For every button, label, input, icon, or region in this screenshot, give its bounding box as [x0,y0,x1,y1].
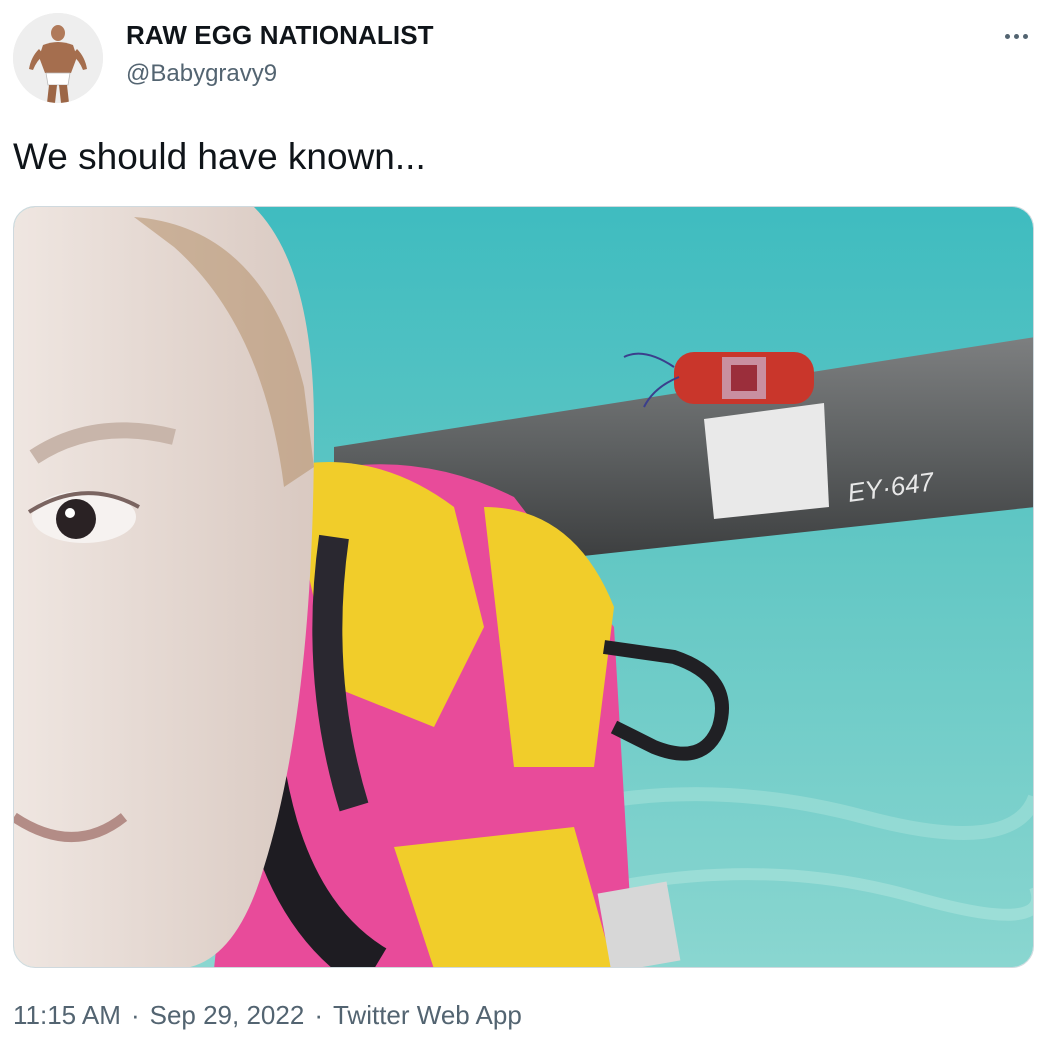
author-handle[interactable]: @Babygravy9 [126,60,277,88]
tweet-date-link[interactable]: Sep 29, 2022 [150,1000,305,1030]
tweet-text: We should have known... [13,136,426,177]
bodybuilder-avatar-icon [13,13,103,103]
media-photo: EY·647 [14,207,1033,967]
tweet-meta: 11:15 AM · Sep 29, 2022 · Twitter Web App [13,1000,522,1031]
dot [1013,33,1019,39]
author-avatar[interactable] [13,13,103,103]
meta-separator: · [314,1000,323,1030]
author-display-name[interactable]: RAW EGG NATIONALIST [126,20,434,51]
tweet-source-link[interactable]: Twitter Web App [333,1000,522,1030]
more-options-icon[interactable] [996,18,1036,54]
tweet-card: RAW EGG NATIONALIST @Babygravy9 We shoul… [0,0,1050,1041]
tweet-media-image[interactable]: EY·647 [13,206,1034,968]
dot [1004,33,1010,39]
tweet-time-link[interactable]: 11:15 AM [13,1000,121,1030]
meta-separator: · [130,1000,140,1030]
dot [1022,33,1028,39]
